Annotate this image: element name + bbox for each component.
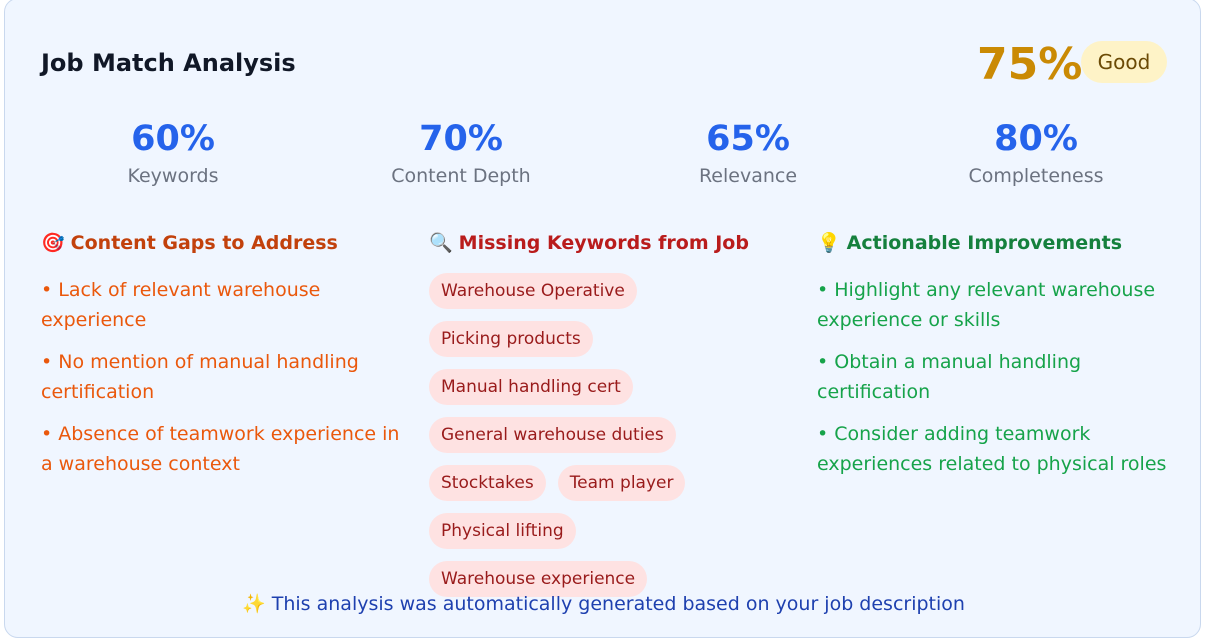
footer-note: ✨ This analysis was automatically genera… [0, 588, 1207, 620]
keyword-tag: General warehouse duties [429, 417, 676, 453]
metric-label: Relevance [698, 165, 798, 187]
keyword-tag: Manual handling cert [429, 369, 633, 405]
missing-keywords-section: 🔍 Missing Keywords from Job Warehouse Ope… [429, 229, 799, 597]
list-item: • Absence of teamwork experience in a wa… [41, 423, 400, 475]
metric-value: 80% [994, 119, 1078, 159]
metric-value: 60% [131, 119, 215, 159]
metric-label: Content Depth [391, 165, 531, 187]
improvements-section: 💡 Actionable Improvements • Highlight any… [817, 229, 1177, 491]
metric-completeness: 80% Completeness [916, 117, 1156, 189]
job-match-card: Job Match Analysis 75% Good 60% Keywords… [4, 0, 1201, 638]
metric-value: 65% [706, 119, 790, 159]
keyword-tag: Warehouse Operative [429, 273, 637, 309]
list-item: • Consider adding teamwork experiences r… [817, 423, 1167, 475]
heading-text: Missing Keywords from Job [458, 232, 749, 254]
heading-text: Actionable Improvements [846, 232, 1123, 254]
heading-text: Content Gaps to Address [70, 232, 338, 254]
metric-content-depth: 70% Content Depth [341, 117, 581, 189]
footer-text: This analysis was automatically generate… [271, 593, 965, 615]
rating-badge: Good [1081, 41, 1167, 83]
metric-label: Keywords [127, 165, 219, 187]
lightbulb-icon: 💡 [817, 232, 841, 254]
magnifier-icon: 🔍 [429, 232, 453, 254]
metric-keywords: 60% Keywords [53, 117, 293, 189]
list-item: • Obtain a manual handling certification [817, 351, 1082, 403]
list-item: • No mention of manual handling certific… [41, 351, 359, 403]
missing-keywords-heading: 🔍 Missing Keywords from Job [429, 229, 799, 257]
keyword-tag: Stocktakes [429, 465, 546, 501]
improvements-heading: 💡 Actionable Improvements [817, 229, 1177, 257]
keyword-tag: Team player [557, 465, 686, 501]
content-gaps-section: 🎯 Content Gaps to Address • Lack of relev… [41, 229, 401, 491]
keyword-tags: Warehouse Operative Picking products Man… [429, 273, 789, 597]
content-gaps-heading: 🎯 Content Gaps to Address [41, 229, 401, 257]
list-item: • Lack of relevant warehouse experience [41, 279, 321, 331]
list-item: • Highlight any relevant warehouse exper… [817, 279, 1156, 331]
gaps-list: • Lack of relevant warehouse experience … [41, 275, 401, 479]
keyword-tag: Picking products [429, 321, 593, 357]
improvements-list: • Highlight any relevant warehouse exper… [817, 275, 1177, 479]
overall-score: 75% [977, 39, 1083, 90]
page-title: Job Match Analysis [41, 49, 296, 77]
target-icon: 🎯 [41, 232, 65, 254]
keyword-tag: Physical lifting [429, 513, 576, 549]
sparkles-icon: ✨ [242, 593, 266, 615]
metric-label: Completeness [968, 165, 1104, 187]
metric-relevance: 65% Relevance [628, 117, 868, 189]
metric-value: 70% [419, 119, 503, 159]
